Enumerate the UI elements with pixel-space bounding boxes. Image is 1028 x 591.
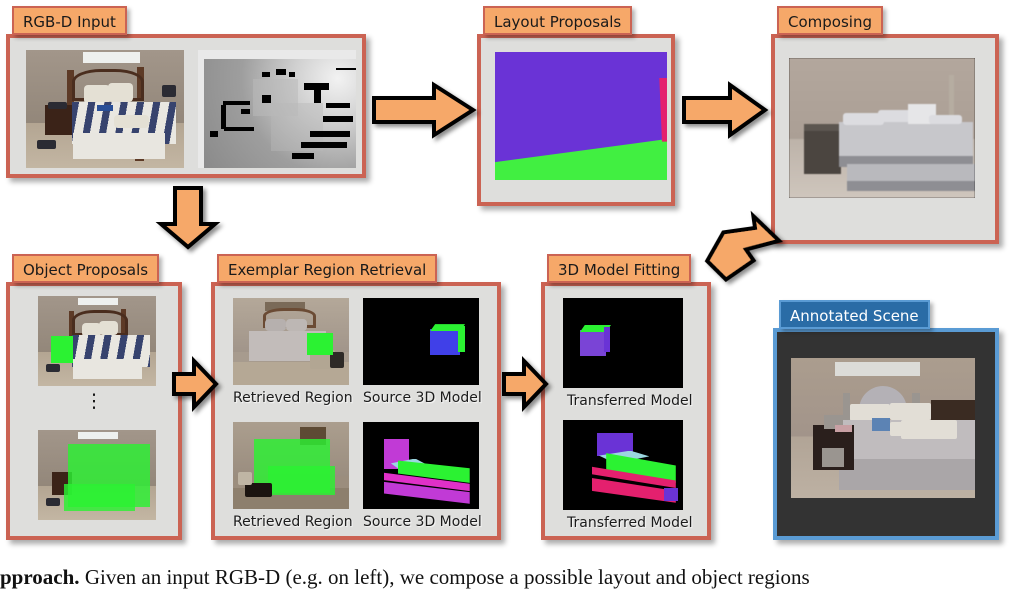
- panel-body-rgbd-input: [6, 34, 366, 178]
- caption-retrieved-region-2: Retrieved Region: [233, 514, 353, 530]
- figure-caption: pproach. Given an input RGB-D (e.g. on l…: [0, 565, 1028, 591]
- figure-canvas: RGB-D Input Layout Proposals Composing O…: [0, 0, 1028, 589]
- panel-title-annotated-scene: Annotated Scene: [779, 300, 930, 329]
- object-proposals-ellipsis: ⋮: [84, 390, 104, 412]
- caption-source-model-2: Source 3D Model: [363, 514, 482, 530]
- panel-rgbd-input: RGB-D Input: [6, 6, 366, 178]
- composing-render-image: [789, 58, 975, 198]
- segmentation-mask-nightstand: [50, 335, 74, 363]
- panel-body-layout-proposals: [477, 34, 675, 206]
- transferred-3d-model-bed: [563, 420, 683, 510]
- grey-scene-render: [789, 58, 975, 198]
- source-3d-model-bed: [363, 422, 479, 509]
- annotated-scene-image: [791, 358, 975, 498]
- fitting-transferred-model-2: [563, 420, 683, 510]
- object-proposal-item-1: [38, 296, 156, 386]
- panel-title-model-fitting: 3D Model Fitting: [547, 254, 692, 283]
- arrow-fitting-to-composing: [700, 210, 784, 296]
- arrow-exemplar-to-fitting: [502, 356, 549, 412]
- arrow-objects-to-exemplar: [172, 356, 219, 412]
- panel-title-rgbd-input: RGB-D Input: [12, 6, 127, 35]
- panel-object-proposals: Object Proposals ⋮: [6, 254, 182, 540]
- depth-map: [204, 59, 356, 168]
- panel-body-exemplar-region-retrieval: Retrieved Region Source 3D Model Retriev…: [211, 282, 501, 540]
- caption-transferred-model-1: Transferred Model: [567, 393, 693, 409]
- panel-title-exemplar-region-retrieval: Exemplar Region Retrieval: [217, 254, 438, 283]
- exemplar-retrieved-region-1: [233, 298, 349, 385]
- arrow-input-to-objects: [155, 186, 221, 250]
- caption-rest: Given an input RGB-D (e.g. on left), we …: [84, 565, 810, 589]
- caption-lead: pproach.: [0, 565, 80, 589]
- panel-annotated-scene: Annotated Scene: [773, 300, 999, 540]
- transferred-3d-model-nightstand: [563, 298, 683, 388]
- panel-composing: Composing: [771, 6, 999, 244]
- panel-model-fitting: 3D Model Fitting Transferred Model Trans…: [541, 254, 711, 540]
- rgbd-depth-image: [198, 50, 356, 168]
- panel-title-composing: Composing: [777, 6, 883, 35]
- panel-body-object-proposals: ⋮: [6, 282, 182, 540]
- exemplar-source-model-2: [363, 422, 479, 509]
- panel-body-model-fitting: Transferred Model Transferred Model: [541, 282, 711, 540]
- caption-source-model-1: Source 3D Model: [363, 390, 482, 406]
- caption-retrieved-region-1: Retrieved Region: [233, 390, 353, 406]
- panel-body-composing: [771, 34, 999, 244]
- panel-layout-proposals: Layout Proposals: [477, 6, 675, 206]
- panel-title-object-proposals: Object Proposals: [12, 254, 160, 283]
- arrow-input-to-layout: [372, 81, 477, 139]
- bedroom-photo: [26, 50, 184, 168]
- object-proposal-item-2: [38, 430, 156, 520]
- caption-transferred-model-2: Transferred Model: [567, 515, 693, 531]
- layout-proposal-image: [495, 52, 667, 180]
- fitting-transferred-model-1: [563, 298, 683, 388]
- rgbd-color-image: [26, 50, 184, 168]
- panel-exemplar-region-retrieval: Exemplar Region Retrieval Retrieved Regi…: [211, 254, 501, 540]
- arrow-layout-to-composing: [682, 81, 769, 139]
- panel-title-layout-proposals: Layout Proposals: [483, 6, 633, 35]
- panel-body-annotated-scene: [773, 328, 999, 540]
- segmentation-mask-retrieved-1: [307, 332, 333, 356]
- annotated-render: [791, 358, 975, 498]
- exemplar-source-model-1: [363, 298, 479, 385]
- source-3d-model-nightstand: [363, 298, 479, 385]
- exemplar-retrieved-region-2: [233, 422, 349, 509]
